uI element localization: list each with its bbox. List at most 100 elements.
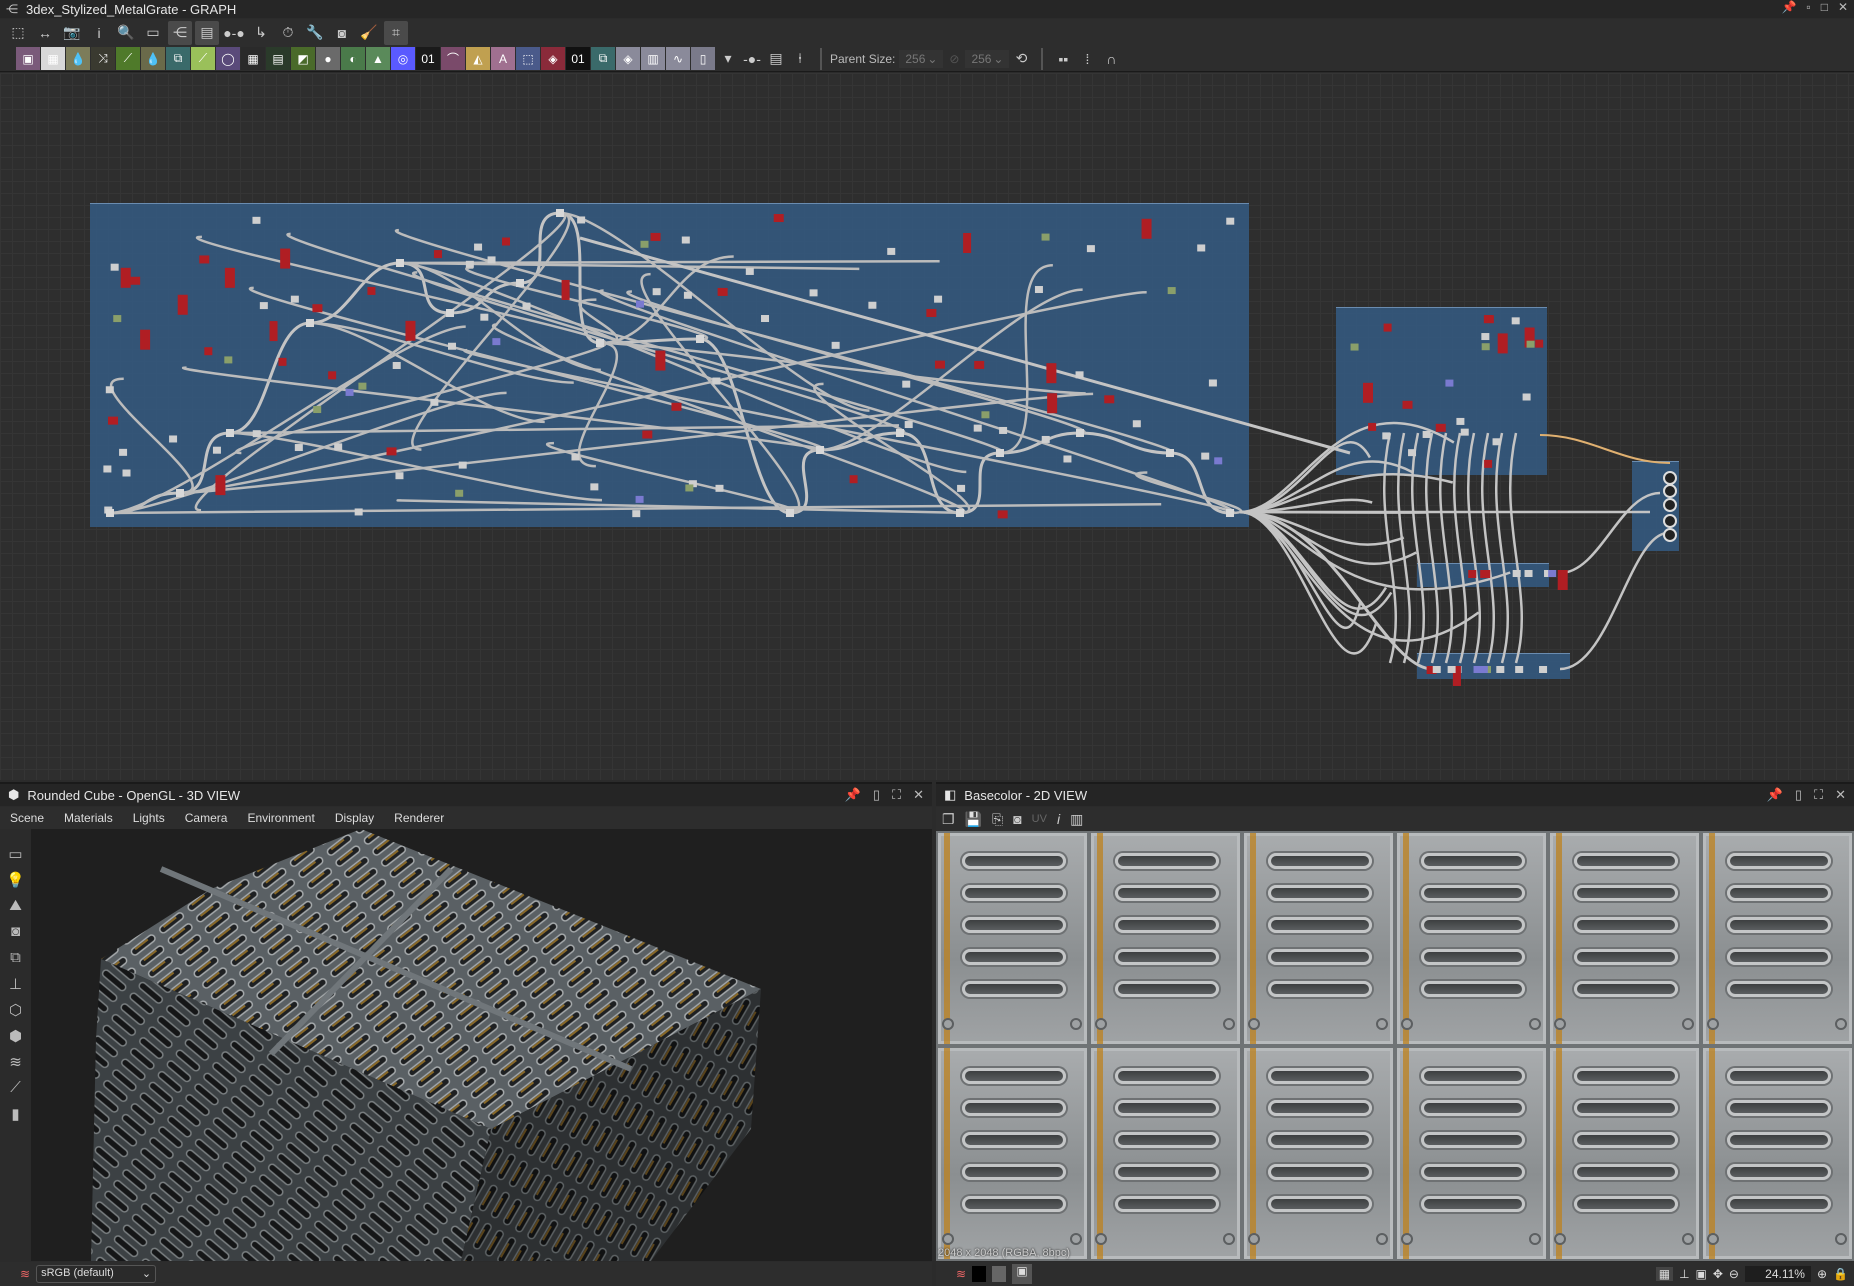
graph-node[interactable] xyxy=(1432,666,1441,673)
graph-node[interactable] xyxy=(105,386,114,394)
tile-node-icon[interactable]: ▦ xyxy=(241,47,265,70)
input-value-node-icon[interactable]: ◈ xyxy=(616,47,640,70)
graph-node[interactable] xyxy=(1226,217,1235,225)
graph-node[interactable] xyxy=(655,350,666,371)
graph-node[interactable] xyxy=(957,484,966,492)
float-icon[interactable]: ▯ xyxy=(873,787,880,803)
graph-node[interactable] xyxy=(204,347,213,356)
node-link-icon[interactable]: ▭ xyxy=(141,21,165,45)
graph-node[interactable] xyxy=(712,377,721,385)
node-link-orange[interactable] xyxy=(1539,434,1671,464)
graph-node[interactable] xyxy=(1445,379,1454,387)
graph-node[interactable] xyxy=(1034,286,1043,294)
graph-node[interactable] xyxy=(902,380,911,388)
frame-all-icon[interactable]: ⬚ xyxy=(6,21,30,45)
frame-icon[interactable]: ▤ xyxy=(764,47,788,71)
graph-node[interactable] xyxy=(502,237,511,246)
graph-node[interactable] xyxy=(934,360,945,369)
graph-node[interactable] xyxy=(215,475,226,496)
graph-node[interactable] xyxy=(761,315,770,323)
graph-node[interactable] xyxy=(113,315,122,323)
layers-icon[interactable]: ≋ xyxy=(9,1053,22,1071)
graph-node[interactable] xyxy=(269,321,278,342)
graph-node[interactable] xyxy=(1481,343,1490,351)
graph-node[interactable] xyxy=(1141,218,1152,239)
graph-node[interactable] xyxy=(1512,570,1521,577)
text-node-icon[interactable]: A xyxy=(491,47,515,70)
graph-node[interactable] xyxy=(522,302,531,310)
screenshot-icon[interactable]: 📷 xyxy=(60,21,84,45)
node-link[interactable] xyxy=(235,341,606,455)
graph-node[interactable] xyxy=(306,319,314,327)
pixel-processor-node-icon[interactable]: ⧉ xyxy=(591,47,615,70)
restore-icon[interactable]: ▫ xyxy=(1806,0,1810,14)
graph-node[interactable] xyxy=(1524,570,1533,577)
display-icon[interactable]: ▣ xyxy=(1012,1264,1033,1284)
graph-node[interactable] xyxy=(556,209,564,217)
graph-node[interactable] xyxy=(1447,666,1456,673)
graph-node[interactable] xyxy=(169,435,178,443)
blend-node-icon[interactable]: ▤ xyxy=(266,47,290,70)
graph-node[interactable] xyxy=(786,509,794,517)
graph-node[interactable] xyxy=(1526,340,1535,348)
graph-node[interactable] xyxy=(252,430,261,438)
graph-node[interactable] xyxy=(1483,315,1494,324)
node-link[interactable] xyxy=(579,236,1351,455)
timer-icon[interactable]: ⏱ xyxy=(276,21,300,45)
alpha-channel-icon[interactable] xyxy=(972,1266,987,1282)
node-link[interactable] xyxy=(1453,432,1467,664)
graph-node[interactable] xyxy=(640,240,649,248)
menu-environment[interactable]: Environment xyxy=(237,811,324,825)
graph-node[interactable] xyxy=(683,291,692,299)
node-link[interactable] xyxy=(109,325,466,515)
graph-node[interactable] xyxy=(1350,343,1359,351)
graph-node[interactable] xyxy=(1362,382,1373,403)
graph-node[interactable] xyxy=(973,424,982,432)
graph-node[interactable] xyxy=(224,356,233,364)
graph-node[interactable] xyxy=(492,338,501,346)
hierarchy-icon[interactable]: ⋲ xyxy=(168,20,192,45)
graph-node[interactable] xyxy=(577,216,586,224)
graph-node[interactable] xyxy=(1047,393,1058,414)
node-link[interactable] xyxy=(1383,432,1397,664)
graph-node[interactable] xyxy=(632,510,641,518)
graph-node[interactable] xyxy=(1481,333,1490,341)
graph-node[interactable] xyxy=(1208,379,1217,387)
close-icon[interactable]: ✕ xyxy=(1838,0,1848,14)
graph-node[interactable] xyxy=(1382,432,1391,440)
graph-node[interactable] xyxy=(571,453,580,461)
fit-1-1-icon[interactable]: ↔ xyxy=(33,21,57,45)
graph-node[interactable] xyxy=(981,411,990,419)
selection-node-icon[interactable]: ⬚ xyxy=(516,47,540,70)
graph-node[interactable] xyxy=(999,426,1008,434)
graph-node[interactable] xyxy=(433,250,442,259)
graph-node[interactable] xyxy=(465,260,474,268)
graph-node[interactable] xyxy=(458,461,467,469)
graph-node[interactable] xyxy=(1456,417,1465,425)
histogram-node-icon[interactable]: ▲ xyxy=(366,47,390,70)
graph-node[interactable] xyxy=(119,448,128,456)
graph-node[interactable] xyxy=(642,430,653,439)
output-node[interactable] xyxy=(1663,471,1677,485)
light-icon[interactable]: 💡 xyxy=(6,871,25,889)
noise-node-icon[interactable]: 01 xyxy=(416,47,440,70)
graph-node[interactable] xyxy=(1167,287,1176,295)
graph-node[interactable] xyxy=(1041,435,1050,443)
fill-node-icon[interactable]: ◈ xyxy=(541,47,565,70)
pivot-icon[interactable]: ⊥ xyxy=(1679,1267,1689,1281)
graph-node[interactable] xyxy=(396,259,404,267)
shuffle-node-icon[interactable]: ⤨ xyxy=(91,47,115,70)
graph-node[interactable] xyxy=(997,510,1008,519)
graph-node[interactable] xyxy=(1075,371,1084,379)
graph-node[interactable] xyxy=(1402,400,1413,409)
graph-node[interactable] xyxy=(252,216,261,224)
menu-lights[interactable]: Lights xyxy=(123,811,175,825)
pin-icon[interactable]: 📌 xyxy=(845,787,861,803)
node-link[interactable] xyxy=(399,261,451,315)
tools-icon[interactable]: 🔧 xyxy=(303,21,327,45)
reset-icon[interactable]: ⟲ xyxy=(1009,47,1033,71)
parent-size-height[interactable]: 256 ⌄ xyxy=(965,49,1010,68)
input-graph-node-icon[interactable]: ∿ xyxy=(666,47,690,70)
node-link[interactable] xyxy=(1239,441,1371,514)
graph-canvas[interactable] xyxy=(0,73,1854,780)
